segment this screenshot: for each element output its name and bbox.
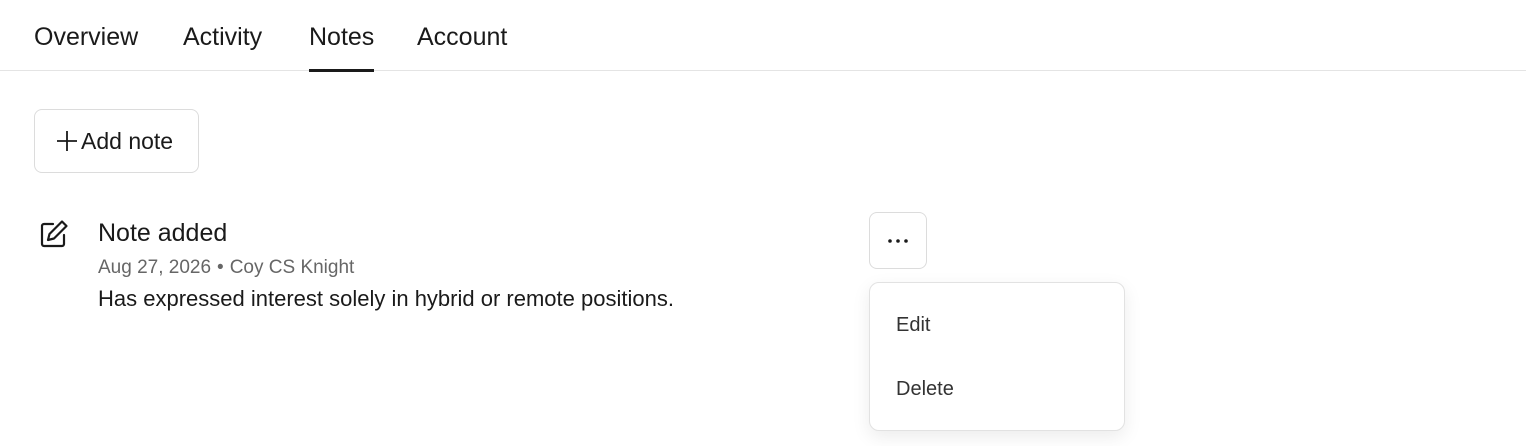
more-options-button[interactable] [869, 212, 927, 269]
tab-bar: Overview Activity Notes Account [0, 0, 1526, 72]
tab-overview[interactable]: Overview [34, 0, 138, 71]
add-note-label: Add note [81, 127, 174, 154]
edit-note-icon [38, 218, 70, 250]
ellipsis-icon [886, 232, 910, 250]
add-note-button[interactable]: Add note [34, 109, 199, 173]
note-author: Coy CS Knight [229, 257, 355, 278]
tab-activity[interactable]: Activity [183, 0, 262, 71]
plus-icon [55, 129, 79, 153]
tab-account[interactable]: Account [417, 0, 507, 71]
meta-separator: • [217, 257, 224, 278]
note-date: Aug 27, 2026 [98, 257, 212, 278]
menu-item-edit[interactable]: Edit [870, 303, 1124, 347]
note-meta: Aug 27, 2026 • Coy CS Knight [98, 257, 354, 279]
note-body: Has expressed interest solely in hybrid … [98, 286, 674, 311]
menu-item-delete[interactable]: Delete [870, 367, 1124, 411]
note-actions-menu: Edit Delete [869, 282, 1125, 431]
note-title: Note added [98, 219, 228, 247]
tab-notes[interactable]: Notes [309, 0, 375, 72]
